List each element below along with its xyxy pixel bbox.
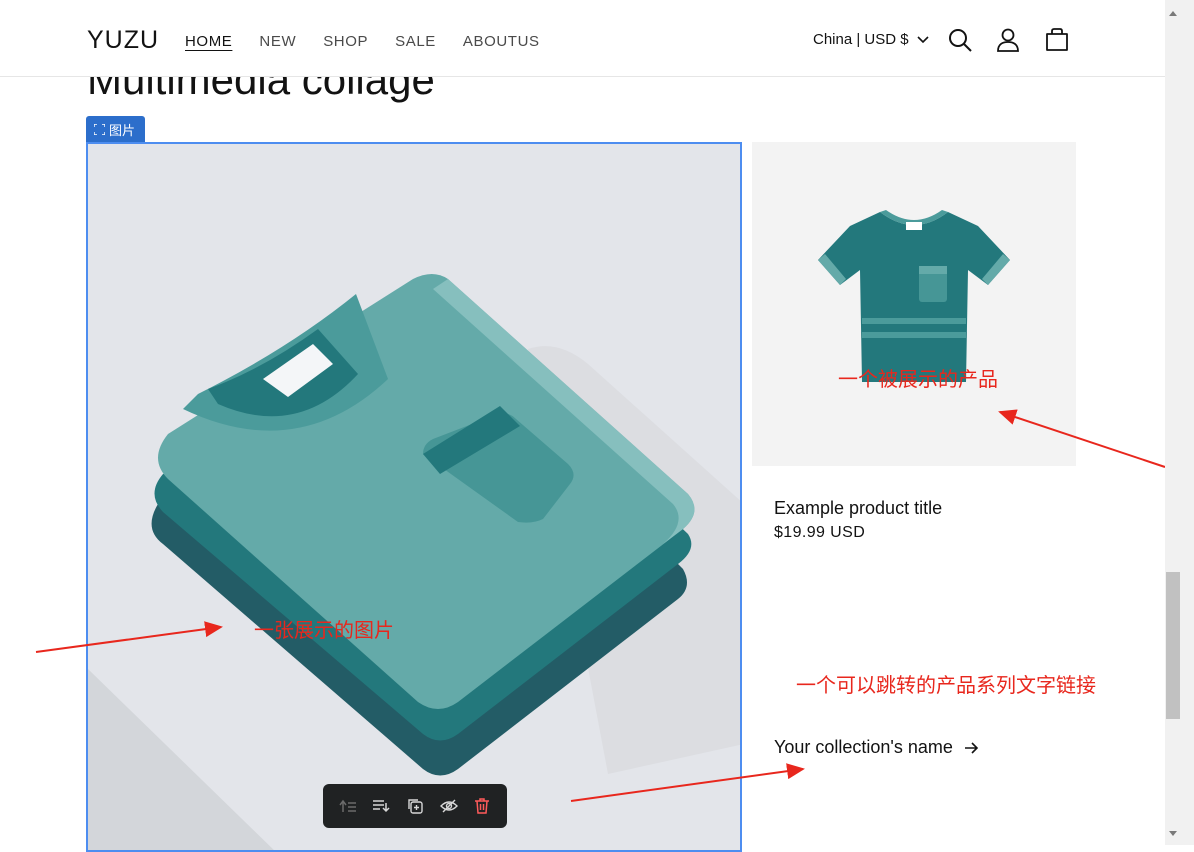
collection-link[interactable]: Your collection's name bbox=[774, 737, 979, 758]
annotation-collection: 一个可以跳转的产品系列文字链接 bbox=[796, 675, 1096, 697]
annotation-image: 一张展示的图片 bbox=[254, 620, 394, 642]
account-icon[interactable] bbox=[995, 27, 1021, 53]
product-price: $19.99 USD bbox=[774, 524, 866, 541]
folded-shirts-illustration bbox=[88, 274, 740, 850]
block-toolbar bbox=[323, 784, 507, 828]
annotation-product: 一个被展示的产品 bbox=[838, 369, 998, 391]
nav-item-aboutus[interactable]: ABOUTUS bbox=[463, 33, 540, 50]
select-frame-icon bbox=[94, 123, 105, 135]
duplicate-icon[interactable] bbox=[404, 795, 426, 817]
main-nav: HOME NEW SHOP SALE ABOUTUS bbox=[185, 33, 567, 50]
tshirt-illustration bbox=[818, 210, 1010, 382]
move-up-icon[interactable] bbox=[337, 795, 359, 817]
search-icon[interactable] bbox=[947, 27, 973, 53]
hide-icon[interactable] bbox=[438, 795, 460, 817]
collection-link-label: Your collection's name bbox=[774, 737, 953, 757]
scrollbar-thumb[interactable] bbox=[1166, 572, 1180, 719]
block-badge-label: 图片 bbox=[109, 122, 136, 138]
product-title[interactable]: Example product title bbox=[774, 498, 942, 519]
scroll-up-icon[interactable] bbox=[1165, 7, 1181, 19]
product-image[interactable] bbox=[752, 142, 1076, 466]
delete-icon[interactable] bbox=[471, 795, 493, 817]
cart-icon[interactable] bbox=[1044, 27, 1070, 53]
block-badge[interactable]: 图片 bbox=[86, 116, 146, 142]
nav-item-sale[interactable]: SALE bbox=[395, 33, 436, 50]
nav-item-home[interactable]: HOME bbox=[185, 33, 232, 50]
locale-selector[interactable]: China | USD $ bbox=[813, 31, 929, 48]
reorder-icon[interactable] bbox=[370, 795, 392, 817]
nav-item-shop[interactable]: SHOP bbox=[323, 33, 368, 50]
arrow-right-icon bbox=[964, 741, 979, 754]
chevron-down-icon bbox=[917, 35, 929, 43]
nav-item-new[interactable]: NEW bbox=[259, 33, 296, 50]
locale-label: China | USD $ bbox=[813, 31, 909, 48]
collage-image[interactable] bbox=[86, 142, 742, 852]
site-logo[interactable]: YUZU bbox=[87, 26, 159, 55]
scroll-down-icon[interactable] bbox=[1165, 828, 1181, 840]
site-header: YUZU HOME NEW SHOP SALE ABOUTUS China | … bbox=[0, 0, 1165, 77]
